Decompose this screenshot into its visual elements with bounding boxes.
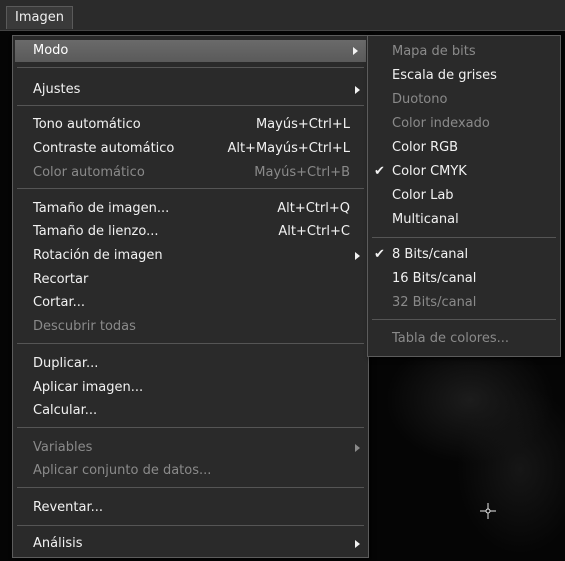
menu-item-tono-automatico[interactable]: Tono automático Mayús+Ctrl+L [13,114,368,136]
menu-item-descubrir-todas: Descubrir todas [13,316,368,338]
submenu-item-label: Color CMYK [392,164,467,179]
menu-item-label: Reventar... [33,500,103,515]
submenu-item-duotono: Duotono [368,89,560,111]
submenu-item-label: 16 Bits/canal [392,271,477,286]
submenu-item-color-rgb[interactable]: Color RGB [368,137,560,159]
menu-item-label: Modo [33,43,69,58]
menu-item-label: Color automático [33,165,145,180]
menu-item-variables: Variables [13,437,368,459]
menu-bar: Imagen [0,0,565,31]
menu-separator [17,105,364,106]
submenu-item-escala-de-grises[interactable]: Escala de grises [368,65,560,87]
menu-item-label: Tamaño de lienzo... [33,224,159,239]
menu-separator [17,343,364,344]
menu-item-label: Cortar... [33,295,85,310]
menu-item-label: Aplicar conjunto de datos... [33,463,212,478]
menu-imagen[interactable]: Imagen [6,6,73,29]
submenu-item-32-bits: 32 Bits/canal [368,292,560,314]
menu-item-shortcut: Alt+Ctrl+Q [277,201,350,216]
menu-separator [17,487,364,488]
submenu-item-label: Color RGB [392,140,459,155]
menu-item-aplicar-imagen[interactable]: Aplicar imagen... [13,377,368,399]
menu-item-label: Variables [33,440,93,455]
menu-item-label: Tono automático [33,117,141,132]
menu-item-shortcut: Mayús+Ctrl+B [254,165,350,180]
menu-item-calcular[interactable]: Calcular... [13,400,368,422]
submenu-arrow-icon [355,86,360,94]
menu-item-reventar[interactable]: Reventar... [13,497,368,519]
menu-item-label: Rotación de imagen [33,248,163,263]
checkmark-icon: ✔ [374,247,385,262]
menu-item-shortcut: Alt+Mayús+Ctrl+L [227,141,350,156]
submenu-item-8-bits[interactable]: ✔ 8 Bits/canal [368,244,560,266]
submenu-arrow-icon [353,47,358,55]
submenu-item-color-lab[interactable]: Color Lab [368,185,560,207]
menu-item-recortar[interactable]: Recortar [13,269,368,291]
menu-item-rotacion-imagen[interactable]: Rotación de imagen [13,245,368,267]
menu-item-shortcut: Mayús+Ctrl+L [255,117,350,132]
submenu-item-mapa-de-bits: Mapa de bits [368,41,560,63]
menu-separator [17,67,364,68]
submenu-item-label: Color indexado [392,116,490,131]
submenu-item-label: 8 Bits/canal [392,247,469,262]
imagen-menu: Modo Ajustes Tono automático Mayús+Ctrl+… [12,35,369,558]
modo-submenu: Mapa de bits Escala de grises Duotono Co… [367,35,561,357]
submenu-arrow-icon [355,540,360,548]
menu-item-cortar[interactable]: Cortar... [13,292,368,314]
submenu-item-label: Escala de grises [392,68,497,83]
submenu-item-label: Color Lab [392,188,454,203]
menu-item-label: Aplicar imagen... [33,380,144,395]
menu-item-color-automatico: Color automático Mayús+Ctrl+B [13,162,368,184]
menu-item-analisis[interactable]: Análisis [13,533,368,555]
checkmark-icon: ✔ [374,164,385,179]
submenu-item-multicanal[interactable]: Multicanal [368,209,560,231]
menu-separator [17,427,364,428]
menu-separator [17,188,364,189]
menu-item-label: Ajustes [33,82,81,97]
menu-item-aplicar-conjunto-datos: Aplicar conjunto de datos... [13,460,368,482]
submenu-item-label: Mapa de bits [392,44,476,59]
menu-item-contraste-automatico[interactable]: Contraste automático Alt+Mayús+Ctrl+L [13,138,368,160]
menu-item-label: Contraste automático [33,141,175,156]
menu-item-tamano-lienzo[interactable]: Tamaño de lienzo... Alt+Ctrl+C [13,221,368,243]
menu-item-label: Duplicar... [33,356,99,371]
submenu-item-label: Tabla de colores... [392,331,509,346]
submenu-item-label: Multicanal [392,212,459,227]
submenu-item-tabla-de-colores: Tabla de colores... [368,328,560,350]
menu-item-label: Análisis [33,536,83,551]
submenu-item-label: Duotono [392,92,448,107]
submenu-item-label: 32 Bits/canal [392,295,477,310]
submenu-separator [372,319,556,320]
submenu-arrow-icon [355,444,360,452]
submenu-item-16-bits[interactable]: 16 Bits/canal [368,268,560,290]
submenu-item-color-indexado: Color indexado [368,113,560,135]
submenu-separator [372,237,556,238]
menu-item-duplicar[interactable]: Duplicar... [13,353,368,375]
submenu-item-color-cmyk[interactable]: ✔ Color CMYK [368,161,560,183]
menu-item-shortcut: Alt+Ctrl+C [278,224,350,239]
crosshair-cursor-icon [480,503,496,519]
menu-item-label: Tamaño de imagen... [33,201,170,216]
menu-item-modo[interactable]: Modo [15,40,366,62]
menu-item-ajustes[interactable]: Ajustes [13,79,368,101]
menu-item-label: Calcular... [33,403,98,418]
menu-item-label: Descubrir todas [33,319,136,334]
menu-separator [17,525,364,526]
submenu-arrow-icon [355,252,360,260]
menu-item-tamano-imagen[interactable]: Tamaño de imagen... Alt+Ctrl+Q [13,198,368,220]
menu-item-label: Recortar [33,272,89,287]
